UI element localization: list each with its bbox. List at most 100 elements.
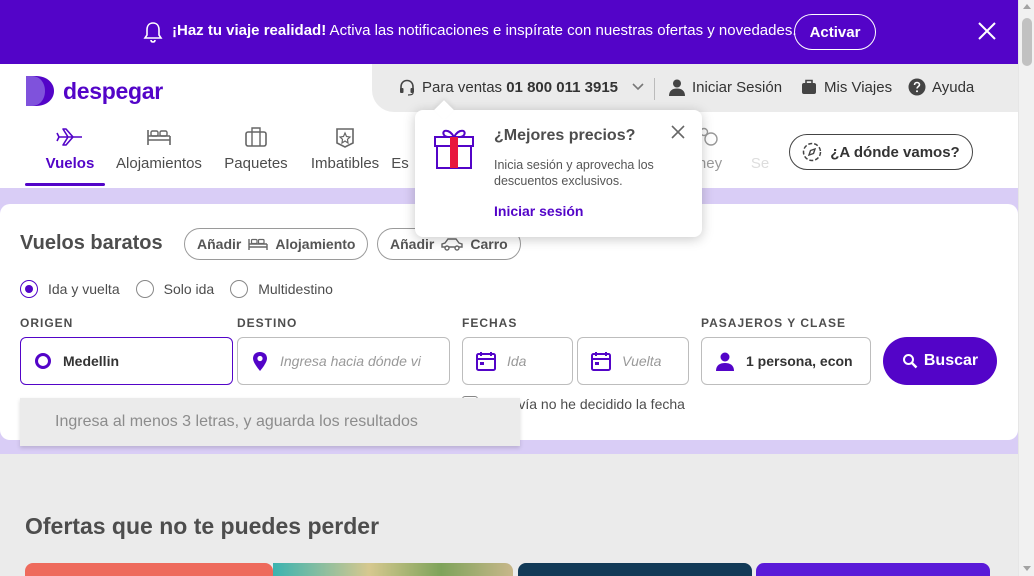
dates-label: FECHAS <box>462 316 518 330</box>
tab-partial[interactable]: Es <box>380 124 420 186</box>
sales-label: Para ventas <box>422 78 503 96</box>
offers-title: Ofertas que no te puedes perder <box>25 513 380 539</box>
tab-label: Se <box>750 155 770 172</box>
notification-bold: ¡Haz tu viaje realidad! <box>172 22 327 39</box>
radio-button[interactable] <box>20 280 38 298</box>
chip-prefix: Añadir <box>197 236 242 252</box>
departure-placeholder: Ida <box>507 353 527 369</box>
divider <box>654 78 655 100</box>
passengers-label: PASAJEROS Y CLASE <box>701 316 847 330</box>
calendar-icon <box>591 352 611 371</box>
my-trips-link[interactable]: Mis Viajes <box>800 78 892 96</box>
tab-accommodations[interactable]: Alojamientos <box>114 124 204 186</box>
popover-login-link[interactable]: Iniciar sesión <box>494 203 583 219</box>
suitcase-icon <box>245 127 267 147</box>
origin-label: ORIGEN <box>20 316 74 330</box>
radio-label: Multidestino <box>258 281 333 297</box>
passengers-input[interactable]: 1 persona, econ <box>701 337 871 385</box>
radio-label: Solo ida <box>163 281 215 297</box>
airplane-icon <box>56 128 82 146</box>
add-accommodation-chip[interactable]: Añadir Alojamiento <box>184 228 369 260</box>
login-link[interactable]: Iniciar Sesión <box>668 78 782 96</box>
tab-deals[interactable]: Imbatibles <box>300 124 390 186</box>
destination-label: DESTINO <box>237 316 298 330</box>
radio-one-way[interactable]: Solo ida <box>135 280 215 298</box>
origin-value: Medellin <box>63 353 120 369</box>
where-to-go-button[interactable]: ¿A dónde vamos? <box>789 134 973 170</box>
chip-label: Alojamiento <box>275 236 356 252</box>
scrollbar-thumb[interactable] <box>1022 18 1032 66</box>
trip-type-selector: Ida y vuelta Solo ida Multidestino <box>20 280 349 298</box>
compass-icon <box>803 142 822 162</box>
notification-banner: ¡Haz tu viaje realidad! Activa las notif… <box>0 0 1018 64</box>
user-icon <box>669 79 685 96</box>
autocomplete-hint: Ingresa al menos 3 letras, y aguarda los… <box>20 398 520 446</box>
headset-icon <box>400 79 414 96</box>
help-label: Ayuda <box>932 78 975 96</box>
where-to-go-label: ¿A dónde vamos? <box>830 143 960 161</box>
close-icon[interactable] <box>671 125 685 139</box>
radio-button[interactable] <box>230 280 249 298</box>
sales-phone[interactable]: Para ventas 01 800 011 3915 <box>398 78 644 96</box>
calendar-icon <box>476 352 496 371</box>
popover-title: ¿Mejores precios? <box>494 127 636 144</box>
origin-input[interactable]: Medellin <box>20 337 233 385</box>
help-icon <box>908 78 926 96</box>
bell-icon <box>143 22 163 43</box>
logo-mark-icon <box>26 76 54 106</box>
scroll-down-icon[interactable] <box>1023 566 1031 571</box>
search-icon <box>902 354 918 369</box>
gift-icon <box>434 129 474 169</box>
user-icon <box>716 352 734 371</box>
offer-card[interactable] <box>756 563 990 576</box>
radio-label: Ida y vuelta <box>48 281 120 297</box>
chip-prefix: Añadir <box>390 236 435 252</box>
offer-card[interactable] <box>518 563 752 576</box>
map-pin-icon <box>253 352 267 371</box>
my-trips-label: Mis Viajes <box>824 78 893 96</box>
bed-icon <box>147 130 171 145</box>
tab-label: Vuelos <box>45 155 95 172</box>
search-button-label: Buscar <box>923 352 979 369</box>
radio-round-trip[interactable]: Ida y vuelta <box>20 280 120 298</box>
return-date-input[interactable]: Vuelta <box>577 337 689 385</box>
return-placeholder: Vuelta <box>622 353 662 369</box>
tab-packages[interactable]: Paquetes <box>211 124 301 186</box>
tab-insurance-partial[interactable]: Se <box>740 124 780 186</box>
radio-button[interactable] <box>135 280 154 298</box>
activate-notifications-button[interactable]: Activar <box>794 14 876 50</box>
departure-date-input[interactable]: Ida <box>462 337 573 385</box>
login-label: Iniciar Sesión <box>692 78 783 96</box>
passengers-value: 1 persona, econ <box>746 353 853 369</box>
destination-input[interactable]: Ingresa hacia dónde vi <box>237 337 450 385</box>
logo[interactable]: despegar <box>24 74 163 108</box>
badge-icon <box>336 128 354 148</box>
search-button[interactable]: Buscar <box>883 337 997 385</box>
help-link[interactable]: Ayuda <box>908 78 974 96</box>
page-scrollbar[interactable] <box>1018 0 1034 576</box>
tab-label: Imbatibles <box>310 155 380 172</box>
tab-flights[interactable]: Vuelos <box>25 124 115 186</box>
chip-label: Carro <box>470 236 508 252</box>
tab-label: Alojamientos <box>116 155 202 172</box>
top-bar: Para ventas 01 800 011 3915 Iniciar Sesi… <box>372 64 1018 112</box>
bed-icon <box>248 238 269 250</box>
search-title: Vuelos baratos <box>20 232 163 254</box>
offer-card[interactable] <box>25 563 273 576</box>
suitcase-icon <box>802 79 816 94</box>
tab-label: Paquetes <box>224 155 288 172</box>
brand-name: despegar <box>63 77 163 104</box>
origin-circle-icon <box>35 353 51 369</box>
chevron-down-icon <box>632 83 644 91</box>
sales-phone-number: 01 800 011 3915 <box>506 78 619 96</box>
destination-placeholder: Ingresa hacia dónde vi <box>280 353 421 369</box>
car-icon <box>441 238 464 251</box>
login-popover: ¿Mejores precios? Inicia sesión y aprove… <box>415 110 702 237</box>
offer-card[interactable] <box>273 563 513 576</box>
tab-label: Es <box>391 155 409 172</box>
notification-text: Activa las notificaciones e inspírate co… <box>326 22 797 39</box>
radio-multi-destination[interactable]: Multidestino <box>230 280 333 298</box>
notification-message: ¡Haz tu viaje realidad! Activa las notif… <box>172 22 797 39</box>
close-icon[interactable] <box>976 20 998 42</box>
scroll-up-icon[interactable] <box>1023 4 1031 9</box>
